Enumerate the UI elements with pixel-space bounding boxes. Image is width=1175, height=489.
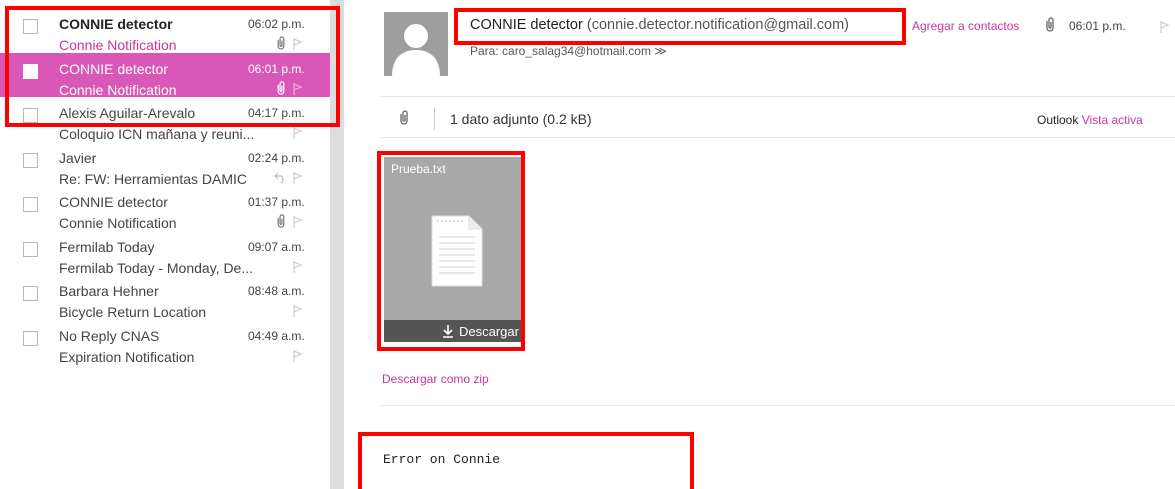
paperclip-icon (277, 214, 285, 228)
add-to-contacts-link[interactable]: Agregar a contactos (912, 19, 1019, 33)
row-subject: Bicycle Return Location (59, 304, 207, 320)
flag-icon[interactable] (293, 127, 302, 139)
list-item[interactable]: No Reply CNAS 04:49 a.m. Expiration Notifi… (0, 320, 330, 365)
list-item[interactable]: Barbara Hehner 08:48 a.m. Bicycle Return L… (0, 275, 330, 320)
message-time: 06:01 p.m. (1069, 19, 1126, 33)
row-checkbox[interactable] (23, 197, 38, 212)
row-subject: Fermilab Today - Monday, De... (59, 259, 254, 276)
row-subject: Coloquio ICN mañana y reuni... (59, 126, 255, 142)
row-checkbox[interactable] (23, 152, 38, 168)
avatar-placeholder-icon (392, 24, 440, 76)
row-subject: Re: FW: Herramientas DAMIC (59, 170, 247, 187)
flag-icon[interactable] (293, 171, 302, 184)
view-mode: Outlook Vista activa (1037, 113, 1143, 127)
highlight-box-body (358, 432, 694, 489)
row-sender: No Reply CNAS (59, 327, 160, 344)
flag-icon[interactable] (293, 349, 302, 362)
row-sender: CONNIE detector (59, 194, 168, 210)
row-sender: Barbara Hehner (59, 283, 159, 299)
recipient-line[interactable]: Para: caro_salag34@hotmail.com ≫ (470, 44, 667, 58)
row-time: 09:07 a.m. (248, 239, 305, 254)
highlight-box-list (5, 6, 340, 127)
row-sender: Fermilab Today (59, 238, 155, 255)
highlight-box-attachment (377, 151, 525, 351)
paperclip-icon (1046, 17, 1054, 32)
paperclip-icon (400, 110, 408, 125)
row-time: 01:37 p.m. (248, 195, 305, 209)
highlight-box-sender (454, 8, 906, 45)
row-subject: Expiration Notification (59, 348, 195, 365)
row-checkbox[interactable] (23, 330, 38, 346)
row-subject: Connie Notification (59, 215, 177, 231)
download-zip-link[interactable]: Descargar como zip (382, 372, 489, 386)
row-time: 02:24 p.m. (248, 150, 305, 165)
reply-icon (274, 172, 284, 183)
divider (380, 137, 1175, 138)
divider (380, 96, 1175, 97)
attachment-count: 1 dato adjunto (0.2 kB) (450, 111, 592, 127)
row-time: 04:49 a.m. (248, 328, 305, 343)
list-item[interactable]: Fermilab Today 09:07 a.m. Fermilab Today -… (0, 231, 330, 276)
row-checkbox[interactable] (23, 286, 38, 301)
flag-icon[interactable] (1160, 21, 1169, 33)
flag-icon[interactable] (293, 305, 302, 317)
divider (380, 405, 1175, 406)
divider (434, 108, 435, 130)
list-item[interactable]: CONNIE detector 01:37 p.m. Connie Notifica… (0, 186, 330, 231)
view-mode-label: Outlook (1037, 113, 1079, 127)
row-time: 08:48 a.m. (248, 284, 305, 298)
row-checkbox[interactable] (23, 241, 38, 257)
flag-icon[interactable] (293, 260, 302, 273)
active-view-link[interactable]: Vista activa (1082, 113, 1143, 127)
list-item[interactable]: Javier 02:24 p.m. Re: FW: Herramientas DAM… (0, 142, 330, 187)
flag-icon[interactable] (293, 216, 302, 228)
row-sender: Javier (59, 149, 97, 166)
sender-avatar (384, 12, 448, 76)
